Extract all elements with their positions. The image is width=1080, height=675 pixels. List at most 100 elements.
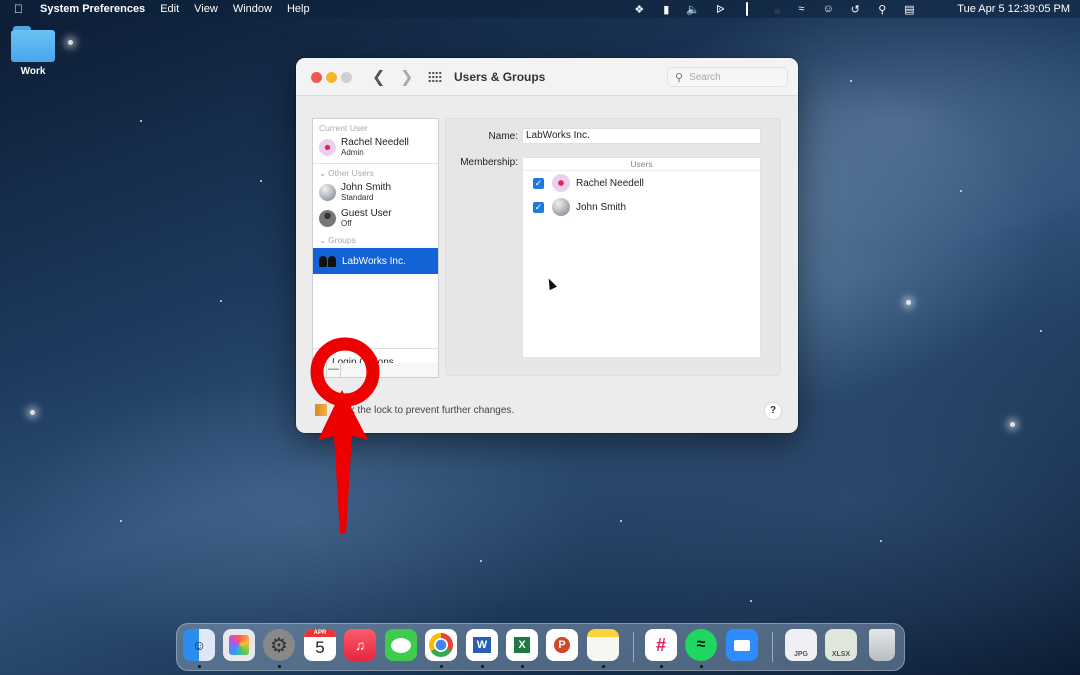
dock-calendar[interactable]: APR 5 [304, 629, 336, 661]
dock-slack[interactable]: # [645, 629, 677, 661]
menu-clock[interactable]: Tue Apr 5 12:39:05 PM [957, 3, 1070, 15]
apple-menu-icon[interactable]:  [14, 2, 28, 16]
dock-file-jpg[interactable]: JPG [785, 629, 817, 661]
dock-notes[interactable] [587, 629, 619, 661]
search-input[interactable]: ⚲ Search [667, 67, 788, 87]
finder-icon: ☺ [191, 637, 207, 653]
member-checkbox[interactable]: ✓ [533, 201, 544, 213]
member-name: Rachel Needell [576, 177, 644, 189]
dock-trash[interactable] [869, 629, 895, 661]
menu-window[interactable]: Window [233, 3, 272, 15]
groups-header[interactable]: ⌄ Groups [313, 235, 438, 246]
current-user-header: Current User [319, 123, 368, 133]
menu-help[interactable]: Help [287, 3, 310, 15]
user-account-icon[interactable]: ☺ [821, 3, 835, 15]
star [750, 600, 752, 602]
avatar [552, 198, 570, 216]
lock-row[interactable]: Click the lock to prevent further change… [315, 404, 514, 416]
star [140, 120, 142, 122]
dock-powerpoint[interactable]: P [546, 629, 578, 661]
dock-excel[interactable]: X [506, 629, 538, 661]
spotlight-search-icon[interactable]: ⚲ [875, 3, 889, 16]
dock-messages[interactable] [385, 629, 417, 661]
star [68, 40, 73, 45]
dock-system-preferences[interactable]: ⚙ [263, 629, 295, 661]
wifi-icon[interactable]: ≈ [794, 3, 808, 15]
menu-edit[interactable]: Edit [160, 3, 179, 15]
users-sidebar: Current User Rachel Needell Admin ⌄ Other… [312, 118, 439, 377]
menu-view[interactable]: View [194, 3, 218, 15]
sidebar-item-labworks-inc[interactable]: LabWorks Inc. [313, 248, 438, 274]
menu-bar:  System Preferences Edit View Window He… [0, 0, 1080, 18]
dock-chrome[interactable] [425, 629, 457, 661]
bluetooth-icon[interactable]: ᐉ [713, 3, 727, 16]
folder-icon [11, 26, 55, 62]
chrome-icon [429, 633, 453, 657]
sidebar-item-rachel-needell[interactable]: Rachel Needell Admin [313, 134, 438, 160]
word-icon: W [472, 637, 492, 653]
star [960, 190, 962, 192]
star [480, 560, 482, 562]
folder-label: Work [20, 66, 46, 77]
control-center-icon[interactable]: ▤ [902, 3, 916, 16]
contacts-card-icon[interactable]: ▮ [659, 3, 673, 16]
star [120, 520, 122, 522]
membership-list: Users ✓ Rachel Needell ✓ John Smith [522, 157, 761, 358]
sidebar-item-john-smith[interactable]: John Smith Standard [313, 179, 438, 205]
search-placeholder: Search [689, 71, 721, 83]
user-role: Admin [341, 148, 364, 157]
group-name: LabWorks Inc. [342, 255, 406, 267]
calendar-day: 5 [315, 638, 325, 657]
show-all-grid-icon[interactable] [428, 71, 442, 83]
dock-music[interactable]: ♫ [344, 629, 376, 661]
excel-icon: X [514, 637, 530, 653]
battery-icon[interactable] [740, 2, 754, 16]
user-name: Rachel Needell [341, 137, 409, 148]
user-name: Guest User [341, 208, 392, 219]
dropbox-icon[interactable]: ❖ [632, 3, 646, 16]
dock-spotify[interactable]: ≈ [685, 629, 717, 661]
star [30, 410, 35, 415]
dock-zoom[interactable] [726, 629, 758, 661]
member-row: ✓ John Smith [523, 195, 760, 219]
dock-finder[interactable]: ☺ [183, 629, 215, 661]
group-name-field[interactable]: LabWorks Inc. [522, 128, 761, 144]
lock-icon[interactable] [315, 404, 327, 416]
user-role: Off [341, 219, 352, 228]
star [620, 520, 622, 522]
star [260, 180, 262, 182]
zoom-button[interactable] [341, 72, 352, 83]
dock-word[interactable]: W [466, 629, 498, 661]
avatar [319, 183, 336, 201]
file-jpg-label: JPG [793, 651, 808, 658]
members-column-header: Users [523, 158, 760, 171]
calendar-month: APR [304, 629, 336, 637]
dock-file-xlsx[interactable]: XLSX [825, 629, 857, 661]
user-role: Standard [341, 193, 374, 202]
lock-text: Click the lock to prevent further change… [333, 404, 515, 416]
title-bar: ❮ ❯ Users & Groups ⚲ Search [296, 58, 798, 96]
time-machine-icon[interactable]: ↺ [848, 3, 862, 16]
desktop-folder-work[interactable]: Work [8, 26, 58, 77]
star [850, 80, 852, 82]
minimize-button[interactable] [326, 72, 337, 83]
help-button[interactable]: ? [764, 402, 782, 420]
star [906, 300, 911, 305]
other-users-header[interactable]: ⌄ Other Users [313, 168, 438, 179]
file-xlsx-label: XLSX [831, 651, 851, 658]
dock-launchpad[interactable] [223, 629, 255, 661]
launchpad-icon [229, 635, 249, 655]
remove-button[interactable]: — [327, 363, 341, 377]
forward-chevron-icon[interactable]: ❯ [400, 67, 413, 87]
menu-app-name[interactable]: System Preferences [40, 3, 145, 15]
speech-bubble-icon [391, 637, 411, 653]
sidebar-item-guest-user[interactable]: Guest User Off [313, 205, 438, 231]
name-label: Name: [488, 131, 518, 142]
member-checkbox[interactable]: ✓ [533, 177, 544, 189]
window-title: Users & Groups [454, 70, 546, 84]
status-area: ❖ ▮ 🔈 ᐉ ≈ ☺ ↺ ⚲ ▤ Tue Apr 5 12:39:05 PM [619, 0, 1070, 18]
back-chevron-icon[interactable]: ❮ [372, 67, 385, 87]
add-button[interactable]: + [313, 363, 327, 377]
close-button[interactable] [311, 72, 322, 83]
volume-icon[interactable]: 🔈 [686, 3, 700, 16]
